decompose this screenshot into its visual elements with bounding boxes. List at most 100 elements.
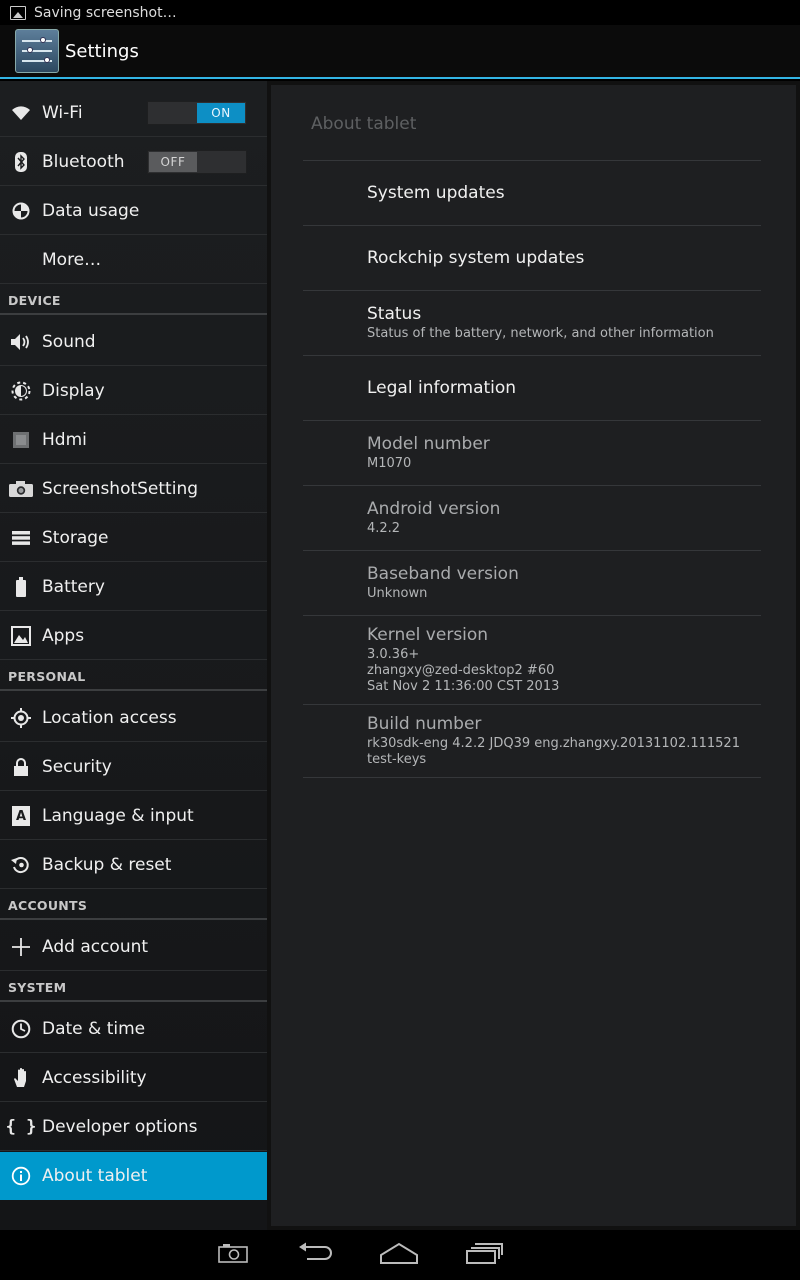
settings-app-icon[interactable]	[15, 29, 59, 73]
section-header-personal: PERSONAL	[0, 665, 267, 691]
sidebar-item-hdmi[interactable]: Hdmi	[0, 416, 267, 464]
pref-legal[interactable]: Legal information	[367, 378, 761, 398]
sidebar-item-apps[interactable]: Apps	[0, 612, 267, 660]
pref-summary: M1070	[367, 456, 412, 471]
sidebar-item-battery[interactable]: Battery	[0, 563, 267, 611]
battery-icon	[0, 576, 42, 597]
sidebar-item-sound[interactable]: Sound	[0, 318, 267, 366]
divider	[303, 550, 761, 551]
page-title: About tablet	[311, 114, 417, 134]
pref-title: Kernel version	[367, 625, 489, 645]
section-header-accounts: ACCOUNTS	[0, 894, 267, 920]
sidebar-item-backup[interactable]: Backup & reset	[0, 841, 267, 889]
pref-android-version[interactable]: Android version 4.2.2	[367, 499, 761, 537]
sidebar-item-about[interactable]: About tablet	[0, 1152, 267, 1200]
sidebar-item-storage[interactable]: Storage	[0, 514, 267, 562]
camera-nav-icon	[218, 1243, 248, 1267]
sidebar-item-add-account[interactable]: Add account	[0, 923, 267, 971]
sidebar-item-label: Storage	[42, 527, 109, 548]
location-icon	[0, 707, 42, 728]
svg-text:A: A	[16, 809, 26, 824]
pref-rockchip-updates[interactable]: Rockchip system updates	[367, 248, 761, 268]
pref-status[interactable]: Status Status of the battery, network, a…	[367, 304, 761, 342]
sidebar-item-data-usage[interactable]: Data usage	[0, 187, 267, 235]
sidebar-item-language[interactable]: A Language & input	[0, 792, 267, 840]
settings-sidebar: Wi-Fi ON Bluetooth OFF Data usage More… …	[0, 81, 267, 1230]
sidebar-item-wifi[interactable]: Wi-Fi ON	[0, 89, 267, 137]
screenshot-button[interactable]	[214, 1238, 252, 1272]
recent-apps-icon	[465, 1242, 503, 1268]
sidebar-item-label: Display	[42, 380, 105, 401]
sidebar-item-label: ScreenshotSetting	[42, 478, 199, 499]
sidebar-item-accessibility[interactable]: Accessibility	[0, 1054, 267, 1102]
back-button[interactable]	[296, 1238, 334, 1272]
wifi-toggle[interactable]: ON	[147, 101, 247, 125]
divider	[303, 160, 761, 161]
home-button[interactable]	[378, 1238, 420, 1272]
pref-build-number[interactable]: Build number rk30sdk-eng 4.2.2 JDQ39 eng…	[367, 714, 761, 768]
bluetooth-icon	[0, 151, 42, 172]
sidebar-item-label: Wi-Fi	[42, 102, 83, 123]
divider	[303, 290, 761, 291]
divider	[303, 225, 761, 226]
hdmi-icon	[0, 431, 42, 449]
section-header-system: SYSTEM	[0, 976, 267, 1002]
pref-title: Legal information	[367, 378, 517, 398]
sidebar-item-security[interactable]: Security	[0, 743, 267, 791]
sidebar-item-more[interactable]: More…	[0, 236, 267, 284]
divider	[303, 355, 761, 356]
sidebar-item-location[interactable]: Location access	[0, 694, 267, 742]
divider	[303, 615, 761, 616]
sidebar-item-label: Developer options	[42, 1116, 198, 1137]
data-usage-icon	[0, 202, 42, 220]
sidebar-item-bluetooth[interactable]: Bluetooth OFF	[0, 138, 267, 186]
camera-icon	[0, 480, 42, 498]
sidebar-item-screenshot[interactable]: ScreenshotSetting	[0, 465, 267, 513]
sidebar-item-label: Bluetooth	[42, 151, 125, 172]
sidebar-item-label: More…	[42, 249, 102, 270]
sidebar-item-label: Location access	[42, 707, 177, 728]
sidebar-item-label: Language & input	[42, 805, 194, 826]
clock-icon	[0, 1019, 42, 1039]
pref-summary-line: test-keys	[367, 752, 427, 767]
sidebar-item-label: Apps	[42, 625, 85, 646]
info-icon	[0, 1166, 42, 1186]
status-bar: Saving screenshot…	[0, 0, 800, 25]
pref-summary: Unknown	[367, 586, 428, 601]
sidebar-item-label: Backup & reset	[42, 854, 172, 875]
recent-apps-button[interactable]	[464, 1238, 504, 1272]
plus-icon	[0, 937, 42, 957]
pref-summary-line: 3.0.36+	[367, 647, 420, 662]
divider	[303, 485, 761, 486]
wifi-toggle-state: ON	[197, 103, 245, 123]
pref-summary-line: rk30sdk-eng 4.2.2 JDQ39 eng.zhangxy.2013…	[367, 736, 740, 751]
sidebar-item-label: Add account	[42, 936, 149, 957]
sidebar-item-label: Data usage	[42, 200, 140, 221]
sidebar-item-label: Date & time	[42, 1018, 146, 1039]
sidebar-item-label: Accessibility	[42, 1067, 147, 1088]
divider	[303, 420, 761, 421]
hand-icon	[0, 1067, 42, 1089]
wifi-icon	[0, 105, 42, 121]
pref-summary: Status of the battery, network, and othe…	[367, 326, 714, 341]
sidebar-item-date-time[interactable]: Date & time	[0, 1005, 267, 1053]
pref-summary-line: Sat Nov 2 11:36:00 CST 2013	[367, 679, 560, 694]
pref-system-updates[interactable]: System updates	[367, 183, 761, 203]
bluetooth-toggle[interactable]: OFF	[147, 150, 247, 174]
pref-title: Baseband version	[367, 564, 519, 584]
brightness-icon	[0, 381, 42, 401]
pref-title: System updates	[367, 183, 505, 203]
pref-baseband-version: Baseband version Unknown	[367, 564, 761, 602]
pref-summary: 4.2.2	[367, 521, 401, 536]
sidebar-item-label: Security	[42, 756, 112, 777]
app-title: Settings	[65, 40, 139, 62]
pref-title: Build number	[367, 714, 482, 734]
back-arrow-icon	[297, 1242, 333, 1268]
sidebar-item-display[interactable]: Display	[0, 367, 267, 415]
home-icon	[379, 1242, 419, 1268]
pref-title: Model number	[367, 434, 490, 454]
pref-model-number: Model number M1070	[367, 434, 761, 472]
screenshot-notification-icon	[10, 5, 26, 20]
pref-title: Status	[367, 304, 422, 324]
sidebar-item-developer[interactable]: { } Developer options	[0, 1103, 267, 1151]
